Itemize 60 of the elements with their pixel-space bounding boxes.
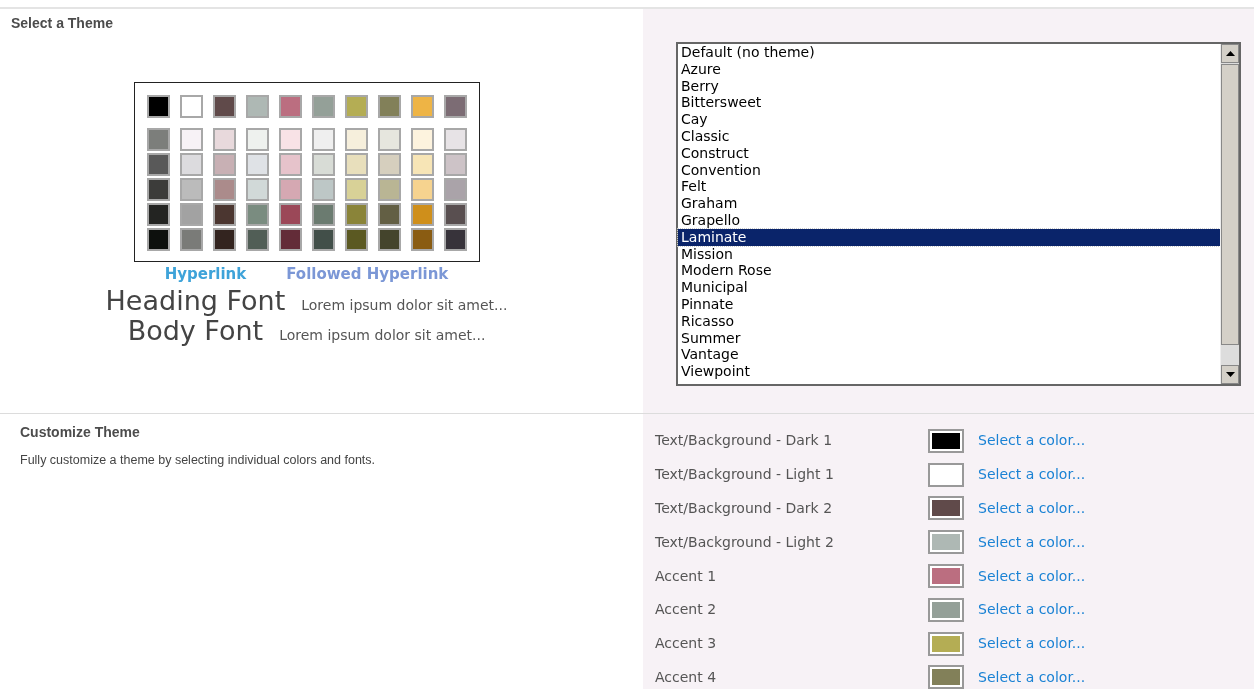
theme-option[interactable]: Convention [678,161,1220,179]
theme-option[interactable]: Construct [678,144,1220,162]
select-color-link[interactable]: Select a color... [978,565,1086,587]
theme-option[interactable]: Summer [678,329,1220,347]
section-description: Fully customize a theme by selecting individual colors and fonts. [20,452,377,469]
down-arrow-icon [1225,372,1235,377]
theme-option[interactable]: Felt [678,178,1220,196]
theme-option[interactable]: Mission [678,245,1220,263]
color-swatch[interactable] [928,597,964,622]
color-label: Accent 4 [655,667,718,687]
theme-option[interactable]: Berry [678,77,1220,95]
theme-option[interactable]: Bittersweet [678,94,1220,112]
select-color-link[interactable]: Select a color... [978,599,1086,621]
followed-hyperlink-sample: Followed Hyperlink [286,264,449,285]
select-color-link[interactable]: Select a color... [978,633,1086,655]
color-swatch[interactable] [928,631,964,656]
theme-listbox[interactable]: Default (no theme) Azure Berry Bittersweet Cay Classic Construct Convention Felt Graham Grapello Laminate Mission Modern Rose Municipal Pinnate Ricasso Summer Vantage Viewpoint [676,42,1241,386]
scrollbar[interactable] [1220,44,1239,384]
theme-option[interactable]: Azure [678,60,1220,78]
body-font-sample: Body Font [127,315,264,346]
select-color-link[interactable]: Select a color... [978,498,1086,519]
color-label: Text/Background - Dark 2 [655,499,834,518]
color-label: Text/Background - Light 1 [655,465,835,485]
theme-option[interactable]: Viewpoint [678,363,1220,380]
color-label: Text/Background - Dark 1 [655,431,834,451]
body-font-text: Lorem ipsum dolor sit amet... [279,325,486,345]
section-title: Select a Theme [10,14,114,33]
color-swatch[interactable] [928,530,964,555]
theme-option[interactable]: Default (no theme) [678,44,1220,61]
color-label: Text/Background - Light 2 [655,532,835,552]
theme-option[interactable]: Classic [678,128,1220,145]
theme-option[interactable]: Cay [678,111,1220,128]
theme-option[interactable]: Vantage [678,346,1220,364]
select-color-link[interactable]: Select a color... [978,464,1086,486]
color-swatch[interactable] [928,665,964,689]
heading-font-sample: Heading Font [105,285,286,316]
color-label: Accent 3 [655,634,718,654]
theme-option[interactable]: Municipal [678,279,1220,296]
color-label: Accent 1 [655,566,718,586]
theme-option[interactable]: Grapello [678,211,1220,229]
color-swatch[interactable] [928,496,964,521]
color-swatch[interactable] [928,564,964,589]
scroll-up-button[interactable] [1221,44,1239,63]
heading-font-text: Lorem ipsum dolor sit amet... [301,295,508,315]
theme-option[interactable]: Modern Rose [678,262,1220,280]
section-title: Customize Theme [20,423,141,442]
select-color-link[interactable]: Select a color... [978,430,1086,452]
scroll-down-button[interactable] [1221,365,1239,384]
select-color-link[interactable]: Select a color... [978,666,1086,688]
color-swatch[interactable] [928,462,964,487]
up-arrow-icon [1225,51,1235,56]
theme-option[interactable]: Ricasso [678,312,1220,330]
theme-option[interactable]: Pinnate [678,295,1220,313]
theme-option[interactable]: Graham [678,195,1220,212]
theme-option[interactable]: Laminate [678,228,1220,246]
scroll-thumb[interactable] [1221,64,1239,345]
color-label: Accent 2 [655,600,718,620]
hyperlink-sample: Hyperlink [164,264,247,285]
color-swatch[interactable] [928,428,964,453]
select-color-link[interactable]: Select a color... [978,531,1086,553]
